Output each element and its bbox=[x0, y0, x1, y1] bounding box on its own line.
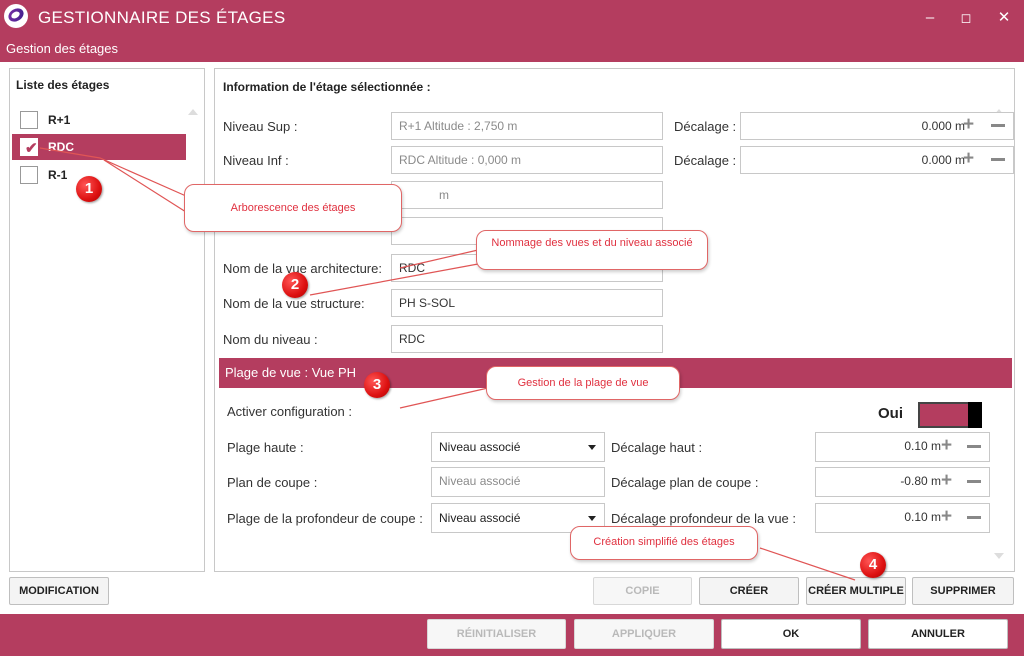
plage-haute-label: Plage haute : bbox=[227, 440, 304, 455]
decalage-prof-value: 0.10 m bbox=[904, 510, 941, 524]
reinitialiser-button[interactable]: RÉINITIALISER bbox=[427, 619, 566, 649]
minus-icon[interactable] bbox=[967, 480, 981, 483]
hidden-field-value: m bbox=[439, 188, 449, 202]
floor-info-panel: Information de l'étage sélectionnée : Ni… bbox=[214, 68, 1015, 572]
toggle-state-label: Oui bbox=[878, 405, 903, 422]
copie-button[interactable]: COPIE bbox=[593, 577, 692, 605]
annuler-button[interactable]: ANNULER bbox=[868, 619, 1008, 649]
floor-list-title: Liste des étages bbox=[16, 78, 110, 92]
main-content: Liste des étages R+1 ✔ RDC R-1 Informati… bbox=[0, 62, 1024, 614]
maximize-button[interactable]: ◻ bbox=[956, 8, 976, 28]
footer-bar: RÉINITIALISER APPLIQUER OK ANNULER bbox=[0, 614, 1024, 656]
minus-icon[interactable] bbox=[991, 124, 1005, 127]
activer-config-label: Activer configuration : bbox=[227, 404, 353, 419]
checkmark-icon: ✔ bbox=[25, 140, 38, 157]
decalage-inf-label: Décalage : bbox=[674, 153, 737, 168]
floor-item-rdc[interactable]: ✔ RDC bbox=[12, 134, 186, 160]
creer-multiple-button[interactable]: CRÉER MULTIPLE bbox=[806, 577, 906, 605]
decalage-plan-field[interactable]: -0.80 m bbox=[815, 467, 990, 497]
nom-niveau-label: Nom du niveau : bbox=[223, 332, 318, 347]
decalage-sup-label: Décalage : bbox=[674, 119, 737, 134]
info-section-title: Information de l'étage sélectionnée : bbox=[223, 80, 431, 94]
plus-icon[interactable]: + bbox=[941, 506, 952, 528]
niveau-sup-label: Niveau Sup : bbox=[223, 119, 298, 134]
floor-item-r+1[interactable]: R+1 bbox=[12, 107, 186, 133]
plus-icon[interactable]: + bbox=[963, 114, 974, 136]
app-logo-icon bbox=[4, 4, 28, 28]
decalage-plan-label: Décalage plan de coupe : bbox=[611, 475, 759, 490]
plan-coupe-field: Niveau associé bbox=[431, 467, 605, 497]
floor-checkbox[interactable] bbox=[20, 166, 38, 184]
profondeur-value: Niveau associé bbox=[439, 511, 521, 525]
annotation-marker-1: 1 bbox=[76, 176, 102, 202]
plus-icon[interactable]: + bbox=[941, 470, 952, 492]
subtitle-bar: Gestion des étages bbox=[0, 36, 1024, 62]
niveau-inf-field: RDC Altitude : 0,000 m bbox=[391, 146, 663, 174]
floor-list-panel: Liste des étages R+1 ✔ RDC R-1 bbox=[9, 68, 205, 572]
hidden-field-1[interactable]: m bbox=[391, 181, 663, 209]
minus-icon[interactable] bbox=[967, 516, 981, 519]
minus-icon[interactable] bbox=[967, 445, 981, 448]
decalage-sup-value: 0.000 m bbox=[921, 119, 965, 133]
modification-button[interactable]: MODIFICATION bbox=[9, 577, 109, 605]
plage-haute-value: Niveau associé bbox=[439, 440, 521, 454]
caret-down-icon bbox=[588, 445, 596, 450]
decalage-haut-label: Décalage haut : bbox=[611, 440, 703, 455]
window-title: GESTIONNAIRE DES ÉTAGES bbox=[38, 8, 286, 27]
plus-icon[interactable]: + bbox=[963, 148, 974, 170]
caret-down-icon bbox=[588, 516, 596, 521]
floor-label: RDC bbox=[48, 140, 74, 154]
vue-structure-label: Nom de la vue structure: bbox=[223, 296, 365, 311]
callout-creation: Création simplifié des étages bbox=[570, 526, 758, 560]
title-bar: GESTIONNAIRE DES ÉTAGES – ◻ ✕ bbox=[0, 0, 1024, 36]
decalage-haut-value: 0.10 m bbox=[904, 439, 941, 453]
plage-haute-select[interactable]: Niveau associé bbox=[431, 432, 605, 462]
nom-niveau-field[interactable]: RDC bbox=[391, 325, 663, 353]
minus-icon[interactable] bbox=[991, 158, 1005, 161]
decalage-prof-label: Décalage profondeur de la vue : bbox=[611, 511, 797, 526]
floor-label: R+1 bbox=[48, 113, 71, 127]
creer-button[interactable]: CRÉER bbox=[699, 577, 799, 605]
plus-icon[interactable]: + bbox=[941, 435, 952, 457]
supprimer-button[interactable]: SUPPRIMER bbox=[912, 577, 1014, 605]
decalage-prof-field[interactable]: 0.10 m bbox=[815, 503, 990, 533]
vue-structure-field[interactable]: PH S-SOL bbox=[391, 289, 663, 317]
appliquer-button[interactable]: APPLIQUER bbox=[574, 619, 714, 649]
scroll-up-icon[interactable] bbox=[188, 109, 198, 115]
plage-vue-title: Plage de vue : Vue PH bbox=[225, 365, 357, 380]
window-subtitle: Gestion des étages bbox=[6, 41, 119, 56]
decalage-haut-field[interactable]: 0.10 m bbox=[815, 432, 990, 462]
activer-config-toggle[interactable] bbox=[918, 402, 982, 428]
ok-button[interactable]: OK bbox=[721, 619, 861, 649]
close-button[interactable]: ✕ bbox=[994, 8, 1014, 28]
decalage-plan-value: -0.80 m bbox=[900, 474, 941, 488]
callout-plage-vue: Gestion de la plage de vue bbox=[486, 366, 680, 400]
callout-nommage: Nommage des vues et du niveau associé bbox=[476, 230, 708, 270]
minimize-button[interactable]: – bbox=[920, 8, 940, 28]
floor-checkbox[interactable]: ✔ bbox=[20, 138, 38, 157]
plan-coupe-label: Plan de coupe : bbox=[227, 475, 318, 490]
decalage-inf-value: 0.000 m bbox=[921, 153, 965, 167]
floor-checkbox[interactable] bbox=[20, 111, 38, 129]
annotation-marker-4: 4 bbox=[860, 552, 886, 578]
scroll-down-icon[interactable] bbox=[994, 553, 1004, 559]
annotation-marker-3: 3 bbox=[364, 372, 390, 398]
niveau-inf-label: Niveau Inf : bbox=[223, 153, 289, 168]
floor-label: R-1 bbox=[48, 168, 68, 182]
profondeur-label: Plage de la profondeur de coupe : bbox=[227, 511, 423, 526]
callout-arborescence: Arborescence des étages bbox=[184, 184, 402, 232]
toggle-knob bbox=[968, 402, 982, 428]
annotation-marker-2: 2 bbox=[282, 272, 308, 298]
niveau-sup-field: R+1 Altitude : 2,750 m bbox=[391, 112, 663, 140]
